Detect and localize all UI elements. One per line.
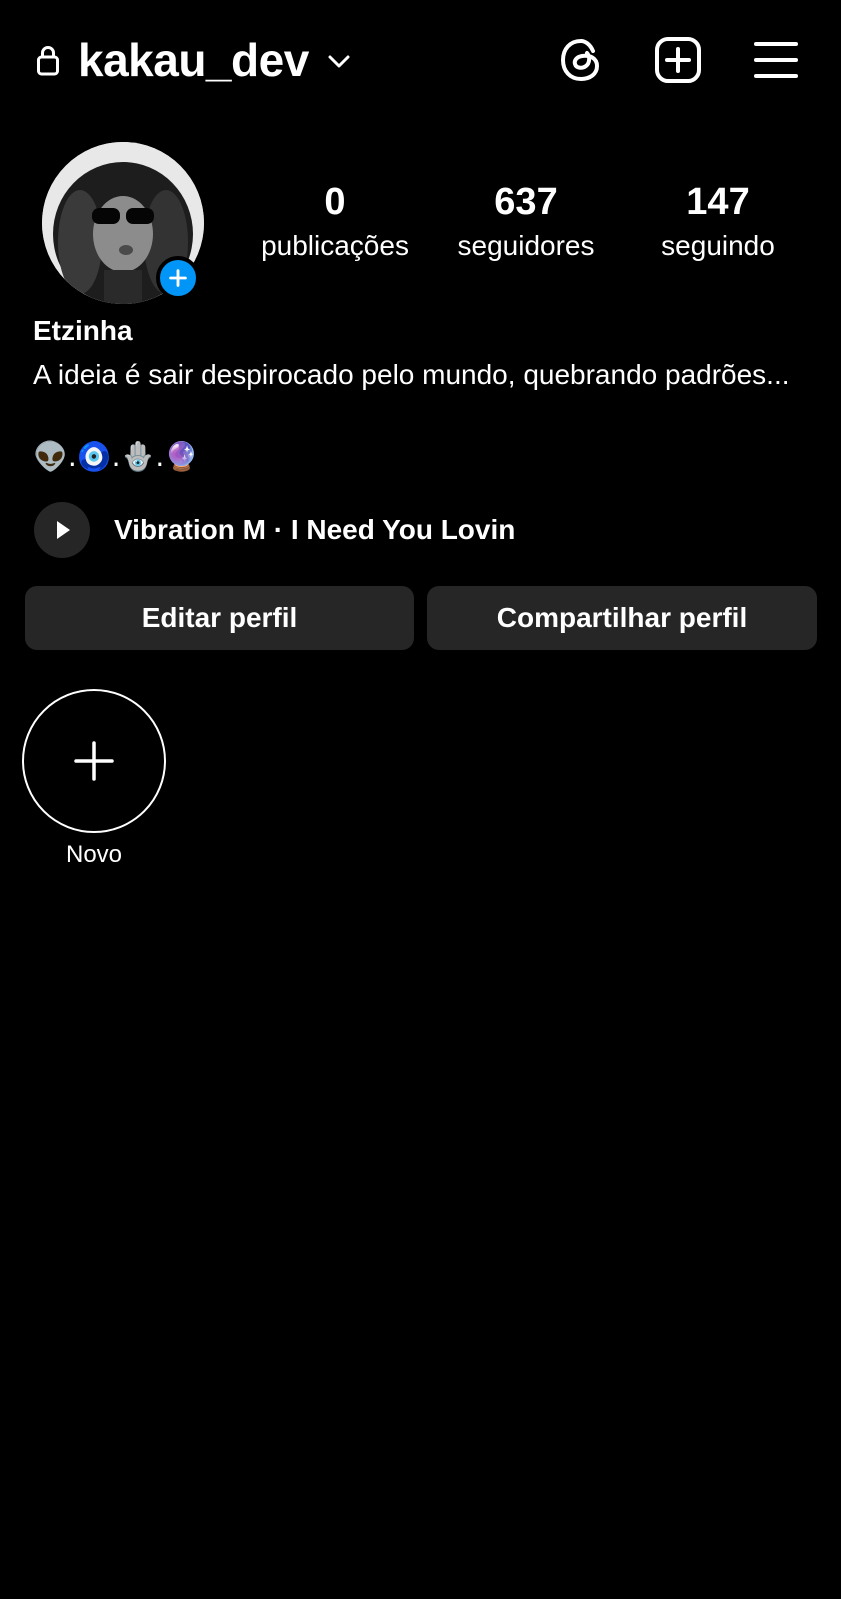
- profile-music[interactable]: Vibration M · I Need You Lovin: [34, 502, 814, 558]
- top-bar: kakau_dev: [0, 0, 841, 120]
- stat-posts[interactable]: 0 publicações: [240, 180, 430, 266]
- play-icon: [57, 521, 70, 539]
- profile-avatar[interactable]: [42, 142, 204, 304]
- add-story-icon[interactable]: [156, 256, 200, 300]
- account-username[interactable]: kakau_dev: [78, 34, 309, 86]
- followers-count: 637: [494, 181, 558, 223]
- edit-profile-button[interactable]: Editar perfil: [25, 586, 414, 650]
- display-name: Etzinha: [33, 315, 133, 346]
- lock-icon: [37, 46, 59, 76]
- stat-followers[interactable]: 637 seguidores: [431, 180, 621, 266]
- menu-icon[interactable]: [752, 36, 800, 84]
- stat-following[interactable]: 147 seguindo: [623, 180, 813, 266]
- threads-icon[interactable]: [557, 36, 605, 84]
- posts-label: publicações: [261, 230, 409, 261]
- share-profile-button[interactable]: Compartilhar perfil: [427, 586, 817, 650]
- following-label: seguindo: [661, 230, 775, 261]
- bio-text: A ideia é sair despirocado pelo mundo, q…: [33, 359, 790, 390]
- music-label: Vibration M · I Need You Lovin: [114, 514, 516, 545]
- posts-count: 0: [324, 181, 346, 223]
- bio-emojis: 👽.🧿.🪬.🔮: [33, 440, 200, 473]
- chevron-down-icon[interactable]: [326, 48, 352, 74]
- plus-icon: [74, 741, 114, 781]
- new-highlight-label: Novo: [65, 841, 123, 868]
- following-count: 147: [686, 181, 750, 223]
- followers-label: seguidores: [457, 230, 595, 261]
- new-highlight-button[interactable]: [22, 689, 166, 833]
- new-post-icon[interactable]: [654, 36, 702, 84]
- play-button[interactable]: [34, 502, 90, 558]
